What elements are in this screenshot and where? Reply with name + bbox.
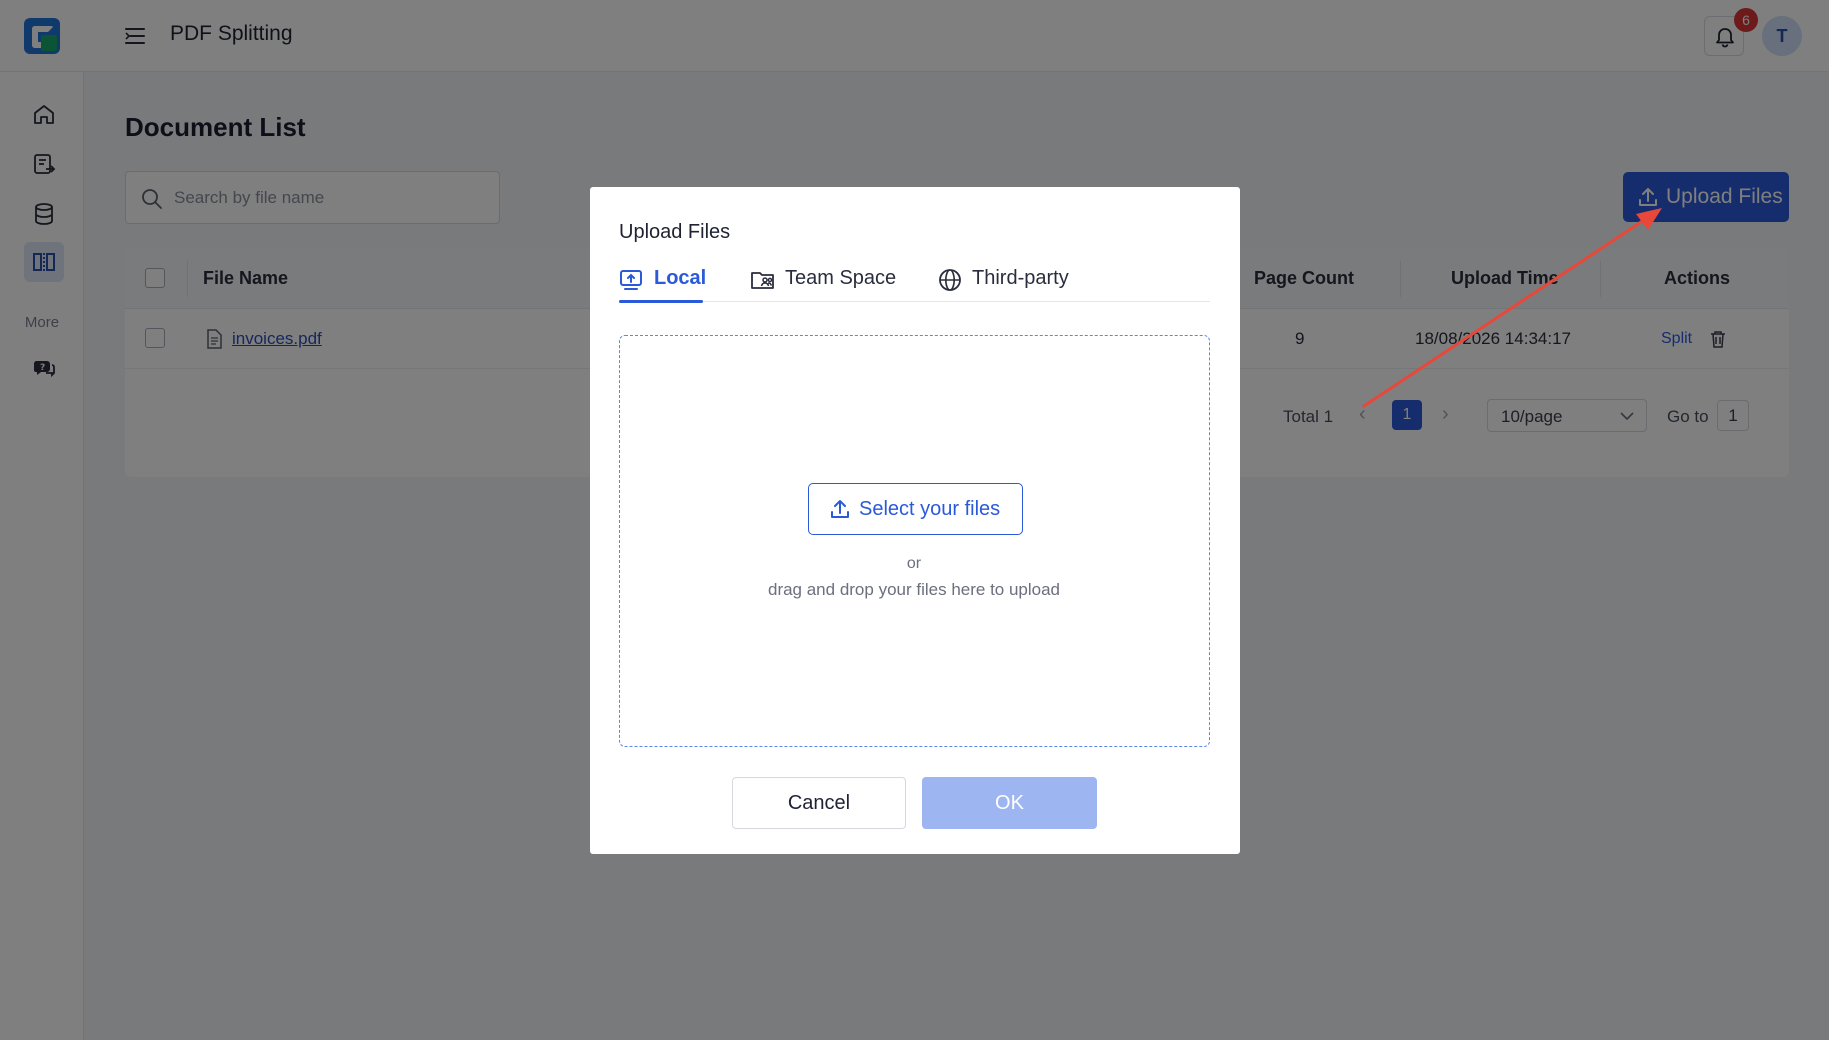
cancel-button[interactable]: Cancel bbox=[732, 777, 906, 829]
tab-third-party-label: Third-party bbox=[972, 267, 1069, 289]
tab-team-space[interactable]: Team Space bbox=[750, 267, 896, 302]
tab-local-label: Local bbox=[654, 267, 707, 289]
select-files-label: Select your files bbox=[859, 498, 1001, 520]
globe-icon bbox=[939, 269, 961, 291]
upload-source-tabs: Local Team Space Third-party bbox=[619, 267, 1210, 303]
app-root: PDF Splitting 6 T bbox=[0, 0, 1829, 1040]
dropzone-hint: drag and drop your files here to upload bbox=[767, 580, 1061, 599]
upload-files-dialog: Upload Files Local Team Space Third-part… bbox=[590, 187, 1240, 854]
tab-local[interactable]: Local bbox=[619, 267, 707, 303]
tab-third-party[interactable]: Third-party bbox=[938, 267, 1078, 302]
dialog-title: Upload Files bbox=[619, 221, 731, 243]
folder-team-icon bbox=[751, 272, 774, 289]
tab-team-space-label: Team Space bbox=[785, 267, 897, 289]
select-files-button[interactable]: Select your files bbox=[808, 483, 1023, 535]
upload-icon bbox=[831, 500, 849, 518]
dropzone-or-text: or bbox=[906, 555, 922, 572]
ok-button[interactable]: OK bbox=[922, 777, 1097, 829]
monitor-upload-icon bbox=[620, 270, 642, 290]
file-drop-zone[interactable]: Select your files or drag and drop your … bbox=[619, 335, 1210, 747]
